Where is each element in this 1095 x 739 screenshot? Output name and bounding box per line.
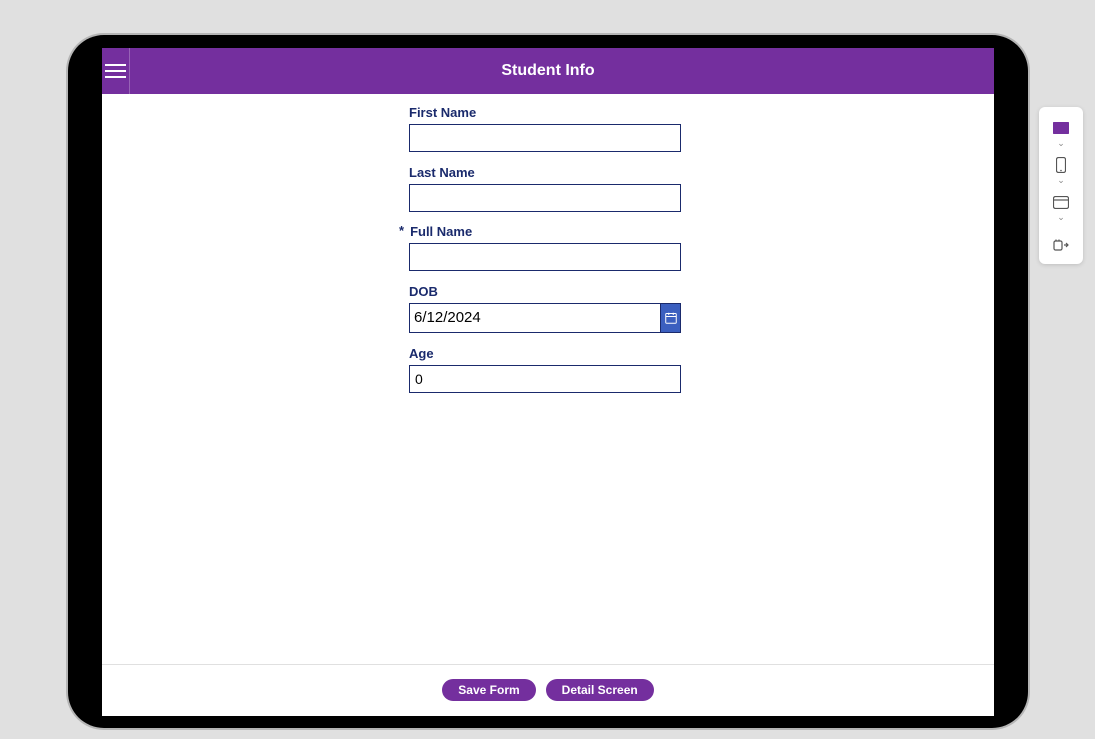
page-title: Student Info	[501, 62, 594, 80]
last-name-input[interactable]	[409, 184, 681, 212]
chevron-down-icon: ⌄	[1057, 176, 1065, 185]
field-last-name: Last Name	[409, 164, 681, 212]
save-form-button[interactable]: Save Form	[442, 679, 535, 701]
menu-button[interactable]	[102, 48, 130, 94]
hamburger-icon	[105, 64, 126, 66]
device-switcher-panel: ⌄ ⌄ ⌄	[1039, 107, 1083, 264]
device-tablet-option[interactable]: ⌄	[1052, 119, 1070, 148]
first-name-input[interactable]	[409, 124, 681, 152]
field-first-name: First Name	[409, 104, 681, 152]
dob-input[interactable]	[409, 303, 661, 333]
tablet-icon	[1052, 119, 1070, 137]
label-last-name: Last Name	[409, 165, 475, 180]
device-browser-option[interactable]: ⌄	[1052, 193, 1070, 222]
required-marker: *	[399, 224, 404, 237]
detail-screen-button[interactable]: Detail Screen	[546, 679, 654, 701]
label-first-name: First Name	[409, 105, 476, 120]
tablet-screen: Student Info First Name Last Name * Full…	[102, 48, 994, 716]
field-full-name: * Full Name	[409, 224, 681, 271]
export-option[interactable]	[1052, 236, 1070, 254]
label-dob: DOB	[409, 284, 438, 299]
home-indicator	[519, 708, 577, 712]
tablet-frame: Student Info First Name Last Name * Full…	[68, 35, 1028, 728]
full-name-input[interactable]	[409, 243, 681, 271]
calendar-icon	[665, 312, 677, 324]
device-phone-option[interactable]: ⌄	[1052, 156, 1070, 185]
chevron-down-icon: ⌄	[1057, 213, 1065, 222]
form-inner: First Name Last Name * Full Name DOB	[409, 104, 681, 393]
label-age: Age	[409, 346, 434, 361]
field-dob: DOB	[409, 283, 681, 333]
app-header: Student Info	[102, 48, 994, 94]
browser-icon	[1052, 193, 1070, 211]
field-age: Age	[409, 345, 681, 393]
phone-icon	[1052, 156, 1070, 174]
export-icon	[1052, 236, 1070, 254]
form-area: First Name Last Name * Full Name DOB	[102, 94, 994, 664]
date-picker-button[interactable]	[661, 303, 681, 333]
label-full-name: Full Name	[410, 224, 472, 239]
age-input[interactable]	[409, 365, 681, 393]
chevron-down-icon: ⌄	[1057, 139, 1065, 148]
